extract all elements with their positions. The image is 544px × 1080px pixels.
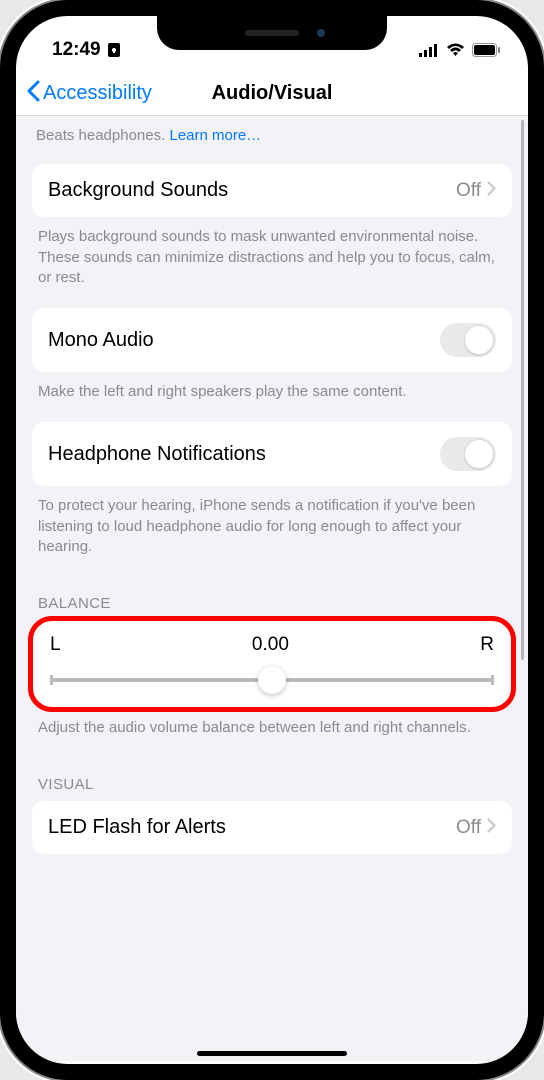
led-flash-label: LED Flash for Alerts <box>48 816 226 839</box>
status-time: 12:49 <box>52 39 101 61</box>
headphone-notifications-row: Headphone Notifications <box>32 422 512 486</box>
balance-footer: Adjust the audio volume balance between … <box>16 708 528 758</box>
background-sounds-label: Background Sounds <box>48 179 228 202</box>
visual-section-header: VISUAL <box>16 758 528 801</box>
slider-thumb[interactable] <box>258 666 286 694</box>
battery-icon <box>472 43 500 57</box>
fragment-text: Beats headphones. <box>36 127 169 144</box>
background-sounds-row[interactable]: Background Sounds Off <box>32 164 512 217</box>
mono-audio-toggle[interactable] <box>440 323 496 357</box>
toggle-knob <box>464 439 494 469</box>
headphone-notifications-footer: To protect your hearing, iPhone sends a … <box>16 486 528 577</box>
nav-bar: Accessibility Audio/Visual <box>16 68 528 116</box>
scroll-indicator[interactable] <box>521 120 524 660</box>
balance-slider[interactable] <box>50 670 494 690</box>
chevron-left-icon <box>26 80 40 108</box>
background-sounds-footer: Plays background sounds to mask unwanted… <box>16 217 528 308</box>
mono-audio-label: Mono Audio <box>48 329 154 352</box>
mono-audio-footer: Make the left and right speakers play th… <box>16 372 528 422</box>
balance-left-label: L <box>50 634 61 656</box>
headphone-notifications-label: Headphone Notifications <box>48 443 266 466</box>
slider-tick-left <box>50 675 53 685</box>
balance-card: L 0.00 R <box>32 620 512 708</box>
content-area: Beats headphones. Learn more… Background… <box>16 116 528 1061</box>
wifi-icon <box>446 43 465 57</box>
back-label: Accessibility <box>43 82 152 105</box>
led-flash-value: Off <box>456 817 481 839</box>
chevron-right-icon <box>487 817 496 839</box>
headphone-notifications-toggle[interactable] <box>440 437 496 471</box>
orientation-lock-icon <box>107 42 121 58</box>
mono-audio-row: Mono Audio <box>32 308 512 372</box>
back-button[interactable]: Accessibility <box>26 80 152 108</box>
notch <box>157 16 387 50</box>
phone-frame: 12:49 Accessibility Audio/Visual <box>0 0 544 1080</box>
learn-more-link[interactable]: Learn more… <box>169 127 261 144</box>
background-sounds-value: Off <box>456 180 481 202</box>
balance-section-header: BALANCE <box>16 577 528 620</box>
cellular-signal-icon <box>419 44 439 57</box>
toggle-knob <box>464 325 494 355</box>
home-indicator[interactable] <box>197 1051 347 1056</box>
speaker <box>245 30 299 36</box>
led-flash-row[interactable]: LED Flash for Alerts Off <box>32 801 512 854</box>
page-title: Audio/Visual <box>212 82 333 105</box>
balance-value: 0.00 <box>252 634 289 656</box>
annotation-highlight <box>28 616 516 712</box>
chevron-right-icon <box>487 180 496 202</box>
slider-tick-right <box>491 675 494 685</box>
balance-right-label: R <box>480 634 494 656</box>
top-footer-fragment: Beats headphones. Learn more… <box>16 116 528 164</box>
front-camera <box>317 29 325 37</box>
